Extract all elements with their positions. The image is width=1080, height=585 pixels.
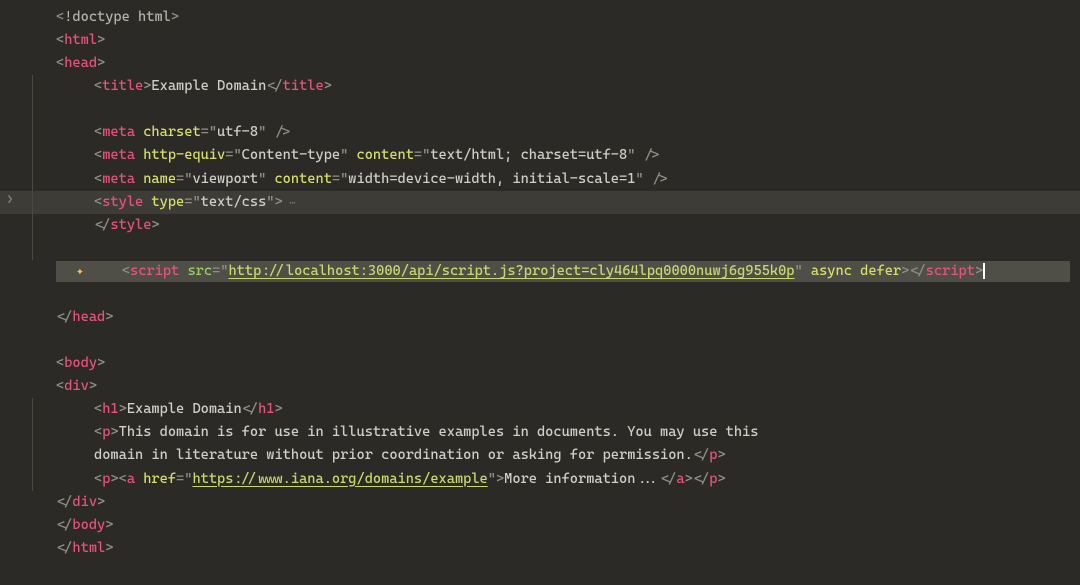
code-line-blank[interactable]	[0, 237, 1080, 260]
indent-guide	[32, 398, 33, 421]
fold-ellipsis-icon[interactable]: ⋯	[283, 198, 297, 209]
code-line[interactable]: <title>Example Domain</title>	[0, 75, 1080, 98]
code-line-selected[interactable]: ✦<script src="http://localhost:3000/api/…	[0, 260, 1080, 283]
iana-url[interactable]: https://www.iana.org/domains/example	[192, 471, 487, 487]
text-cursor	[983, 263, 985, 279]
indent-guide	[32, 121, 33, 144]
code-editor[interactable]: <!doctype html> <html> <head> <title>Exa…	[0, 6, 1080, 560]
chevron-right-icon: ❯	[7, 191, 13, 209]
sparkle-icon[interactable]: ✦	[76, 264, 84, 279]
code-line[interactable]: domain in literature without prior coord…	[0, 444, 1080, 467]
code-line[interactable]: </style>	[0, 214, 1080, 237]
indent-guide	[32, 237, 33, 260]
indent-guide	[32, 444, 33, 467]
code-line[interactable]: <head>	[0, 52, 1080, 75]
indent-guide	[32, 468, 33, 491]
script-url[interactable]: http://localhost:3000/api/script.js?proj…	[228, 263, 794, 279]
code-line[interactable]: <p><a href="https://www.iana.org/domains…	[0, 468, 1080, 491]
indent-guide	[32, 421, 33, 444]
code-line-blank[interactable]	[0, 98, 1080, 121]
code-line[interactable]: <meta charset="utf-8" />	[0, 121, 1080, 144]
code-line-blank[interactable]	[0, 283, 1080, 306]
code-line[interactable]: </div>	[0, 491, 1080, 514]
code-line[interactable]: <body>	[0, 352, 1080, 375]
indent-guide	[32, 191, 33, 214]
code-line-blank[interactable]	[0, 329, 1080, 352]
indent-guide	[32, 214, 33, 237]
code-line[interactable]: <div>	[0, 375, 1080, 398]
fold-gutter[interactable]: ❯	[0, 191, 20, 209]
code-line[interactable]: <p>This domain is for use in illustrativ…	[0, 421, 1080, 444]
code-line[interactable]: <html>	[0, 29, 1080, 52]
code-line[interactable]: <meta name="viewport" content="width=dev…	[0, 168, 1080, 191]
indent-guide	[32, 98, 33, 121]
code-line-folded[interactable]: ❯<style type="text/css"> ⋯	[0, 191, 1080, 214]
code-line[interactable]: </head>	[0, 306, 1080, 329]
indent-guide	[32, 168, 33, 191]
code-line[interactable]: <h1>Example Domain</h1>	[0, 398, 1080, 421]
indent-guide	[32, 144, 33, 167]
code-line[interactable]: </html>	[0, 537, 1080, 560]
indent-guide	[32, 75, 33, 98]
code-line[interactable]: <meta http-equiv="Content-type" content=…	[0, 144, 1080, 167]
code-line[interactable]: </body>	[0, 514, 1080, 537]
code-line[interactable]: <!doctype html>	[0, 6, 1080, 29]
